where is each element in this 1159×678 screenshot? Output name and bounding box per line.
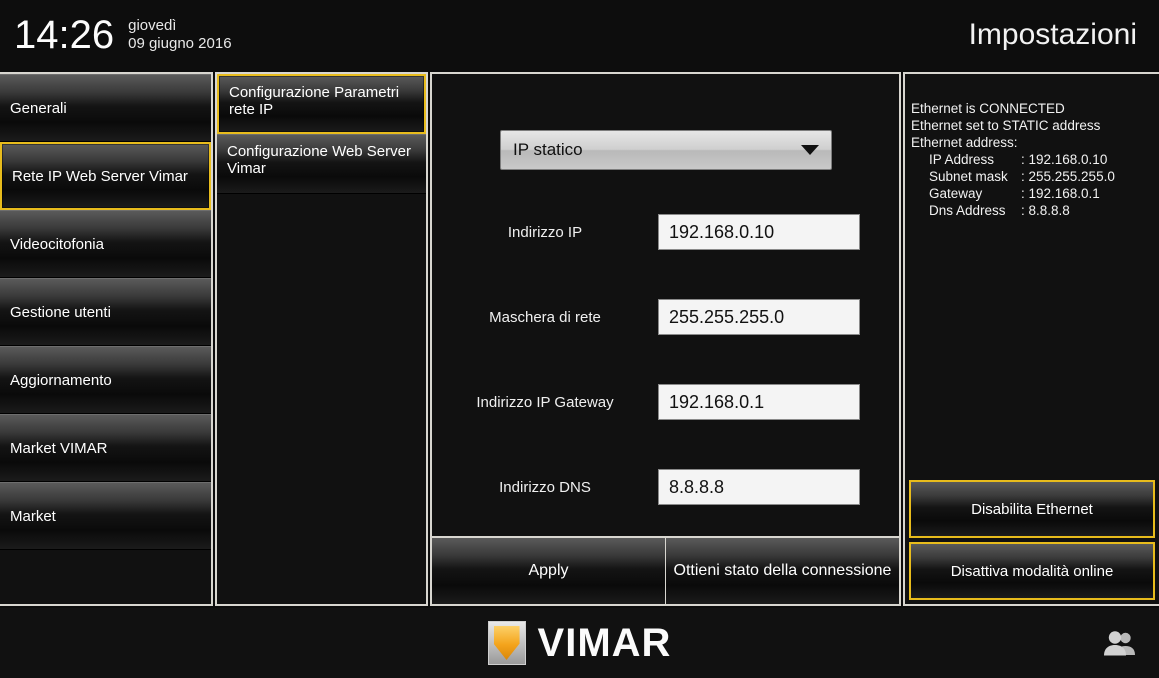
- status-panel: Ethernet is CONNECTED Ethernet set to STA…: [903, 72, 1159, 606]
- status-detail-row: Gateway : 192.168.0.1: [911, 185, 1155, 202]
- disable-online-mode-button[interactable]: Disattiva modalità online: [909, 542, 1155, 600]
- sidebar-item-label: Videocitofonia: [10, 235, 104, 253]
- sidebar-item-rete-ip-web-server-vimar[interactable]: Rete IP Web Server Vimar: [0, 142, 211, 210]
- status-detail-key: Subnet mask: [929, 169, 1008, 184]
- sidebar-item-videocitofonia[interactable]: Videocitofonia: [0, 210, 211, 278]
- sidebar-item-label: Generali: [10, 99, 67, 117]
- submenu-item-2[interactable]: Configurazione Web Server Vimar: [217, 134, 426, 194]
- footer-bar: VIMAR: [0, 608, 1159, 678]
- brand-name: VIMAR: [537, 620, 672, 665]
- ip-mode-select[interactable]: IP statico: [500, 130, 832, 170]
- field-input[interactable]: 192.168.0.10: [658, 214, 860, 250]
- field-label: Indirizzo IP Gateway: [476, 393, 614, 411]
- field-input[interactable]: 8.8.8.8: [658, 469, 860, 505]
- sidebar-item-aggiornamento[interactable]: Aggiornamento: [0, 346, 211, 414]
- status-detail-row: IP Address : 192.168.0.10: [911, 151, 1155, 168]
- field-row: Indirizzo DNS 8.8.8.8: [432, 469, 899, 505]
- clock-date: giovedì 09 giugno 2016: [128, 17, 231, 53]
- submenu-item-1[interactable]: Configurazione Parametri rete IP: [217, 74, 426, 134]
- header-bar: 14:26 giovedì 09 giugno 2016 Impostazion…: [0, 0, 1159, 70]
- sidebar-item-label: Market VIMAR: [10, 439, 108, 457]
- status-detail-row: Subnet mask : 255.255.255.0: [911, 168, 1155, 185]
- status-detail-value: : 192.168.0.1: [1021, 186, 1100, 201]
- sidebar-item-label: Market: [10, 507, 56, 525]
- clock-time: 14:26: [14, 13, 115, 57]
- submenu-item-label: Configurazione Parametri rete IP: [229, 84, 400, 118]
- settings-screen: 14:26 giovedì 09 giugno 2016 Impostazion…: [0, 0, 1159, 678]
- clock-date-value: 09 giugno 2016: [128, 35, 232, 52]
- sidebar-item-label: Aggiornamento: [10, 371, 112, 389]
- get-connection-status-button[interactable]: Ottieni stato della connessione: [666, 538, 899, 604]
- sidebar-item-market[interactable]: Market: [0, 482, 211, 550]
- ip-mode-select-value: IP statico: [513, 140, 583, 159]
- page-title: Impostazioni: [968, 18, 1137, 51]
- submenu-item-label: Configurazione Web Server Vimar: [227, 143, 411, 177]
- sidebar-item-generali[interactable]: Generali: [0, 74, 211, 142]
- vimar-shield-icon: [487, 621, 526, 665]
- sidebar-list: Generali Rete IP Web Server Vimar Videocit…: [0, 74, 211, 550]
- users-icon[interactable]: [1103, 630, 1137, 656]
- main-action-bar: Apply Ottieni stato della connessione: [432, 536, 899, 604]
- field-row: Maschera di rete 255.255.255.0: [432, 299, 899, 335]
- status-detail-row: Dns Address : 8.8.8.8: [911, 202, 1155, 219]
- field-label: Maschera di rete: [489, 308, 601, 326]
- vimar-logo: VIMAR: [487, 620, 672, 666]
- apply-button[interactable]: Apply: [432, 538, 666, 604]
- field-label: Indirizzo DNS: [499, 478, 591, 496]
- field-label: Indirizzo IP: [507, 223, 583, 241]
- disable-ethernet-button[interactable]: Disabilita Ethernet: [909, 480, 1155, 538]
- chevron-down-icon: [801, 145, 819, 155]
- main-panel: IP statico Indirizzo IP 192.168.0.10 Masch…: [430, 72, 901, 606]
- field-input[interactable]: 255.255.255.0: [658, 299, 860, 335]
- field-input[interactable]: 192.168.0.1: [658, 384, 860, 420]
- status-line: Ethernet set to STATIC address: [911, 118, 1101, 133]
- status-detail-value: : 8.8.8.8: [1021, 203, 1070, 218]
- status-detail-value: : 255.255.255.0: [1021, 169, 1115, 184]
- submenu-list: Configurazione Parametri rete IP Configur…: [217, 74, 426, 194]
- status-line: Ethernet address:: [911, 135, 1018, 150]
- field-row: Indirizzo IP Gateway 192.168.0.1: [432, 384, 899, 420]
- field-row: Indirizzo IP 192.168.0.10: [432, 214, 899, 250]
- sidebar-item-label: Rete IP Web Server Vimar: [12, 167, 188, 185]
- clock-weekday: giovedì: [128, 17, 177, 34]
- sidebar-item-market-vimar[interactable]: Market VIMAR: [0, 414, 211, 482]
- status-line: Ethernet is CONNECTED: [911, 101, 1065, 116]
- sidebar-item-label: Gestione utenti: [10, 303, 111, 321]
- clock: 14:26 giovedì 09 giugno 2016: [0, 15, 232, 55]
- status-detail-value: : 192.168.0.10: [1021, 152, 1108, 167]
- ethernet-status-text: Ethernet is CONNECTED Ethernet set to STA…: [911, 100, 1155, 219]
- sidebar-item-gestione-utenti[interactable]: Gestione utenti: [0, 278, 211, 346]
- status-detail-key: Gateway: [929, 186, 983, 201]
- network-form: IP statico Indirizzo IP 192.168.0.10 Masch…: [432, 74, 899, 534]
- status-detail-key: Dns Address: [929, 203, 1006, 218]
- status-detail-key: IP Address: [929, 152, 995, 167]
- submenu-panel: Configurazione Parametri rete IP Configur…: [215, 72, 428, 606]
- status-button-group: Disabilita Ethernet Disattiva modalità on…: [909, 480, 1155, 600]
- sidebar-panel: Generali Rete IP Web Server Vimar Videocit…: [0, 72, 213, 606]
